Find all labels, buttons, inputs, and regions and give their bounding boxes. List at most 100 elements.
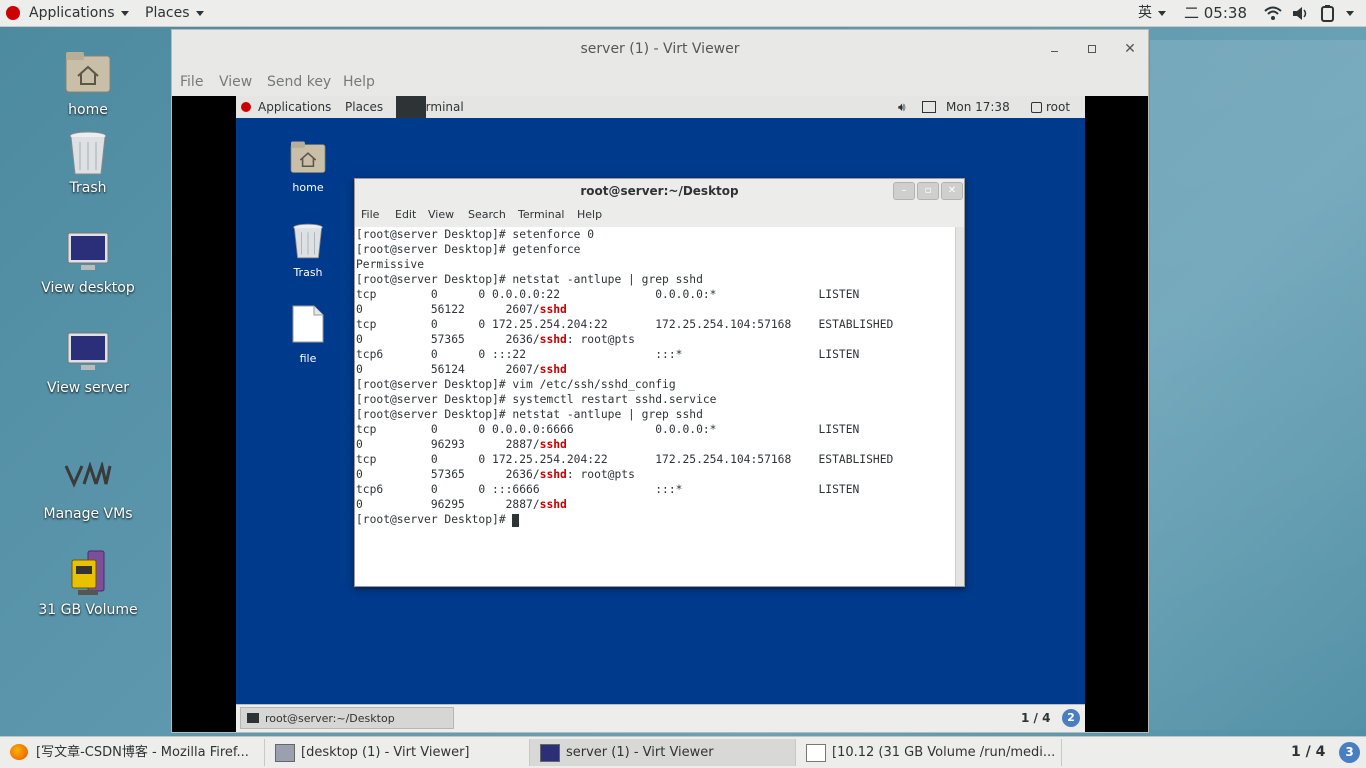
menu-send-key[interactable]: Send key [267,68,331,96]
terminal-menu-help[interactable]: Help [577,203,602,227]
minimize-icon: – [901,185,907,196]
vm-display[interactable]: Applications Places Terminal 🔊︎ Mon 17:3… [172,96,1148,732]
maximize-button[interactable] [1080,30,1104,68]
host-notification-badge[interactable]: 3 [1339,742,1360,763]
terminal-menu-view[interactable]: View [428,203,454,227]
terminal-menu-file[interactable]: File [361,203,379,227]
terminal-icon [247,713,259,723]
chevron-down-icon [120,10,129,16]
window-title: server (1) - Virt Viewer [580,41,740,57]
chevron-down-icon [1158,10,1166,16]
desktop-icon-label: View desktop [41,280,135,296]
terminal-line: tcp6 0 0 :::22 :::* LISTEN [356,348,860,361]
guest-notification-badge[interactable]: 2 [1062,709,1080,727]
host-workspace-indicator[interactable]: 1 / 4 [1291,737,1325,768]
terminal-line: [root@server Desktop]# vim /etc/ssh/sshd… [356,378,676,391]
desktop-icon-volume[interactable]: 31 GB Volume [38,550,138,618]
task-label: [写文章-CSDN博客 - Mozilla Firef... [36,745,249,760]
terminal-menu-search[interactable]: Search [468,203,506,227]
virt-viewer-window: server (1) - Virt Viewer ✕ File View Sen… [171,29,1149,733]
desktop-icon-manage-vms[interactable]: Manage VMs [38,460,138,522]
guest-workspace-indicator[interactable]: 1 / 4 [1021,705,1050,731]
system-menu-chevron-icon[interactable] [1346,11,1354,16]
terminal-line: 0 56124 2607/sshd [356,363,567,376]
text-editor-icon [806,744,826,762]
desktop-icon-label: Trash [69,180,107,196]
network-icon[interactable] [922,101,936,113]
guest-icon-label: home [292,181,324,194]
terminal-maximize-button[interactable]: ▫ [917,182,939,200]
monitor-icon [67,332,109,370]
volume-icon[interactable]: 🔊︎ [898,96,906,118]
applications-menu[interactable]: Applications [29,0,129,27]
terminal-scrollbar[interactable] [955,227,964,586]
battery-icon[interactable] [1320,5,1336,22]
minimize-button[interactable] [1042,30,1066,68]
applications-label: Applications [29,5,115,21]
task-server-viewer[interactable]: server (1) - Virt Viewer [530,739,796,766]
task-firefox[interactable]: [写文章-CSDN博客 - Mozilla Firef... [0,739,265,766]
maximize-icon [1088,44,1096,53]
guest-icon-label: file [299,352,317,365]
desktop-icon-trash[interactable]: Trash [38,130,138,196]
cursor [512,513,520,527]
menu-view[interactable]: View [219,68,252,96]
terminal-output[interactable]: [root@server Desktop]# setenforce 0 [root… [355,227,955,586]
close-icon: ✕ [947,185,957,196]
desktop-icon-home[interactable]: home [38,50,138,118]
monitor-icon [275,744,295,762]
terminal-minimize-button[interactable]: – [893,182,915,200]
firefox-icon [10,744,28,760]
terminal-window[interactable]: root@server:~/Desktop – ▫ ✕ File Edit Vi… [354,178,965,587]
guest-task-terminal[interactable]: root@server:~/Desktop [240,707,454,729]
terminal-line: 0 96293 2887/sshd [356,438,567,451]
terminal-title: root@server:~/Desktop [580,184,739,198]
home-folder-icon [65,52,111,93]
desktop-icon-label: Manage VMs [43,506,133,522]
terminal-line: tcp 0 0 0.0.0.0:22 0.0.0.0:* LISTEN [356,288,860,301]
desktop-icon-view-server[interactable]: View server [38,332,138,396]
terminal-close-button[interactable]: ✕ [941,182,963,200]
task-desktop-viewer[interactable]: [desktop (1) - Virt Viewer] [265,739,530,766]
guest-clock[interactable]: Mon 17:38 [946,96,1010,118]
task-label: server (1) - Virt Viewer [566,745,714,760]
guest-terminal-menu[interactable]: Terminal [413,96,464,118]
places-label: Places [145,5,190,21]
terminal-line: [root@server Desktop]# netstat -antlupe … [356,273,703,286]
clock[interactable]: 二 05:38 [1184,0,1247,27]
terminal-line: tcp6 0 0 :::6666 :::* LISTEN [356,483,860,496]
guest-icon-file[interactable]: file [273,305,343,365]
virt-viewer-menubar: File View Send key Help [172,68,1148,96]
guest-user-menu[interactable]: root [1046,96,1070,118]
terminal-line: 0 57365 2636/sshd: root@pts [356,333,635,346]
terminal-prompt-line: [root@server Desktop]# [356,512,955,527]
guest-icon-trash[interactable]: Trash [273,222,343,279]
document-icon [292,305,324,343]
task-file-volume[interactable]: [10.12 (31 GB Volume /run/medi... [796,739,1062,766]
input-method-label: 英 [1138,5,1152,21]
guest-places-menu[interactable]: Places [345,96,383,118]
guest-icon-home[interactable]: home [273,140,343,194]
places-menu[interactable]: Places [145,0,204,27]
guest-applications-menu[interactable]: Applications [258,96,331,118]
desktop-icon-label: home [68,102,108,118]
terminal-line: [root@server Desktop]# netstat -antlupe … [356,408,703,421]
volume-icon[interactable] [1292,6,1310,21]
terminal-line: tcp 0 0 172.25.254.204:22 172.25.254.104… [356,318,894,331]
task-label: [10.12 (31 GB Volume /run/medi... [832,745,1056,760]
close-button[interactable]: ✕ [1118,30,1142,68]
wallpaper-decoration [1150,40,1366,730]
monitor-icon [540,744,560,762]
user-icon [1031,102,1042,113]
terminal-menu-edit[interactable]: Edit [395,203,416,227]
desktop-icon-view-desktop[interactable]: View desktop [38,232,138,296]
input-method-indicator[interactable]: 英 [1138,0,1166,27]
menu-file[interactable]: File [180,68,203,96]
terminal-menu-terminal[interactable]: Terminal [518,203,565,227]
home-folder-icon [290,141,326,173]
menu-help[interactable]: Help [343,68,375,96]
guest-desktop[interactable]: Applications Places Terminal 🔊︎ Mon 17:3… [236,96,1085,732]
virt-manager-icon [64,460,112,488]
wifi-icon[interactable] [1264,6,1282,21]
guest-icon-label: Trash [293,266,323,279]
